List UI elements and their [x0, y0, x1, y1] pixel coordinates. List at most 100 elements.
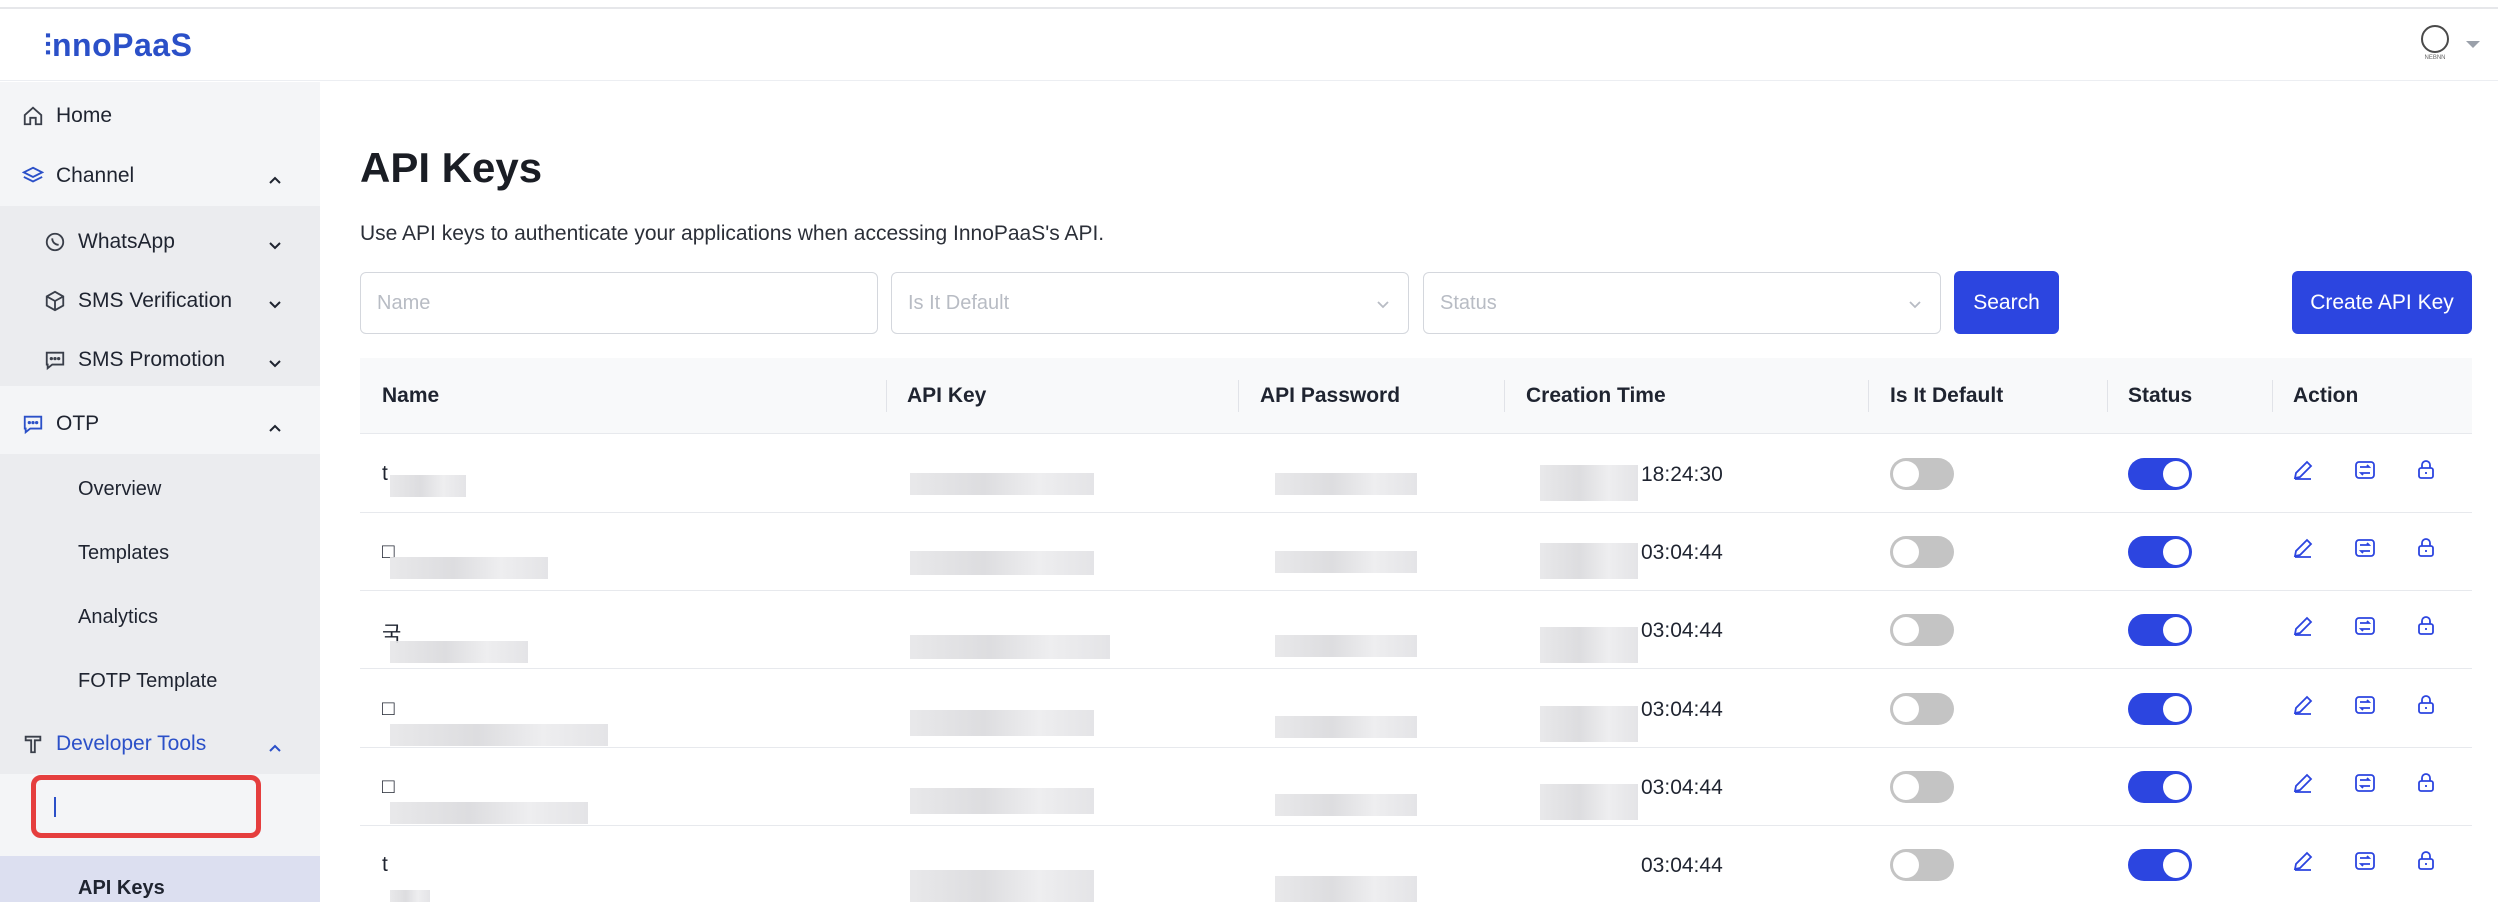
reset-key-icon[interactable]: [2353, 614, 2377, 638]
redacted-creation-date: [1540, 706, 1638, 742]
chevron-down-icon: [268, 353, 282, 368]
sidebar-item-otp-label: OTP: [56, 412, 100, 435]
sidebar-item-sms-verification-label: SMS Verification: [78, 289, 233, 312]
column-divider: [1868, 380, 1869, 412]
table-row: 국 03:04:44: [360, 591, 2472, 669]
status-toggle[interactable]: [2128, 614, 2192, 646]
reset-key-icon[interactable]: [2353, 693, 2377, 717]
innopaas-logo[interactable]: ⫶nnoPaaS: [44, 27, 192, 64]
box-icon: [44, 290, 66, 312]
default-filter-select[interactable]: Is It Default: [891, 272, 1409, 334]
is-default-toggle[interactable]: [1890, 693, 1954, 725]
lock-icon[interactable]: [2414, 849, 2438, 873]
otp-message-icon: [22, 413, 44, 435]
column-header-is-default: Is It Default: [1890, 384, 2004, 407]
search-button[interactable]: Search: [1954, 271, 2059, 334]
edit-icon[interactable]: [2291, 771, 2315, 795]
reset-key-icon[interactable]: [2353, 771, 2377, 795]
window-top-edge: [0, 0, 2498, 9]
redacted-creation-date: [1540, 627, 1638, 663]
sidebar-item-whatsapp[interactable]: WhatsApp: [0, 212, 320, 272]
top-header: ⫶nnoPaaS NEBNN: [0, 9, 2498, 81]
edit-icon[interactable]: [2291, 849, 2315, 873]
sidebar-item-developer-tools[interactable]: Developer Tools: [0, 714, 320, 774]
lock-icon[interactable]: [2414, 614, 2438, 638]
lock-icon[interactable]: [2414, 536, 2438, 560]
create-api-key-button[interactable]: Create API Key: [2292, 271, 2472, 334]
edit-icon[interactable]: [2291, 614, 2315, 638]
sidebar-item-analytics[interactable]: Analytics: [0, 587, 320, 647]
redacted-name: [390, 802, 588, 824]
chevron-down-icon: [268, 294, 282, 309]
redacted-api-key: [910, 473, 1094, 495]
sidebar-item-fotp-template-label: FOTP Template: [78, 669, 218, 692]
redacted-api-password: [1275, 635, 1417, 657]
chevron-up-icon: [268, 737, 282, 752]
sidebar-item-channel[interactable]: Channel: [0, 146, 320, 206]
page-title: API Keys: [360, 144, 543, 191]
sidebar-item-home[interactable]: Home: [0, 86, 320, 146]
column-divider: [2107, 380, 2108, 412]
column-header-action: Action: [2293, 384, 2359, 407]
reset-key-icon[interactable]: [2353, 458, 2377, 482]
lock-icon[interactable]: [2414, 771, 2438, 795]
sidebar-item-otp[interactable]: OTP: [0, 394, 320, 454]
user-avatar[interactable]: NEBNN: [2418, 25, 2452, 63]
lock-icon[interactable]: [2414, 458, 2438, 482]
status-filter-select[interactable]: Status: [1423, 272, 1941, 334]
is-default-toggle[interactable]: [1890, 458, 1954, 490]
table-row: □ 03:04:44: [360, 748, 2472, 826]
redacted-api-key: [910, 551, 1094, 575]
sidebar-item-sms-promotion[interactable]: SMS Promotion: [0, 330, 320, 390]
is-default-toggle[interactable]: [1890, 771, 1954, 803]
home-icon: [22, 105, 44, 127]
status-toggle[interactable]: [2128, 693, 2192, 725]
redacted-name: [390, 475, 466, 497]
redacted-api-key: [910, 788, 1094, 814]
sidebar-item-fotp-template[interactable]: FOTP Template: [0, 651, 320, 711]
redacted-api-key: [910, 635, 1110, 659]
redacted-api-key: [910, 870, 1094, 902]
row-creation-time: 03:04:44: [1641, 854, 1723, 877]
table-row: □ 03:04:44: [360, 670, 2472, 748]
edit-icon[interactable]: [2291, 458, 2315, 482]
status-toggle[interactable]: [2128, 536, 2192, 568]
sidebar-item-sms-verification[interactable]: SMS Verification: [0, 271, 320, 331]
reset-key-icon[interactable]: [2353, 849, 2377, 873]
sidebar-item-developer-tools-label: Developer Tools: [56, 732, 207, 755]
sidebar-item-overview[interactable]: Overview: [0, 459, 320, 519]
is-default-toggle[interactable]: [1890, 614, 1954, 646]
lock-icon[interactable]: [2414, 693, 2438, 717]
redacted-name: [390, 724, 608, 746]
sidebar-item-templates[interactable]: Templates: [0, 523, 320, 583]
redacted-api-password: [1275, 473, 1417, 495]
logo-mark-icon: ⫶: [44, 30, 52, 63]
edit-icon[interactable]: [2291, 693, 2315, 717]
reset-key-icon[interactable]: [2353, 536, 2377, 560]
is-default-toggle[interactable]: [1890, 536, 1954, 568]
sidebar-item-analytics-label: Analytics: [78, 605, 159, 628]
edit-icon[interactable]: [2291, 536, 2315, 560]
column-divider: [1238, 380, 1239, 412]
sidebar-item-api-keys[interactable]: API Keys: [0, 858, 320, 902]
column-header-api-password: API Password: [1260, 384, 1401, 407]
default-filter-placeholder: Is It Default: [908, 291, 1010, 314]
redacted-creation-date: [1540, 543, 1638, 579]
is-default-toggle[interactable]: [1890, 849, 1954, 881]
chevron-down-icon: [268, 235, 282, 250]
name-filter-input[interactable]: Name: [360, 272, 878, 334]
column-header-creation-time: Creation Time: [1526, 384, 1666, 407]
user-menu-chevron-down-icon[interactable]: [2466, 41, 2480, 48]
chevron-down-icon: [1908, 295, 1922, 309]
table-row: t 03:04:44: [360, 826, 2472, 902]
redacted-name: [390, 890, 430, 902]
status-toggle[interactable]: [2128, 458, 2192, 490]
sidebar-item-sms-promotion-label: SMS Promotion: [78, 348, 226, 371]
status-toggle[interactable]: [2128, 849, 2192, 881]
status-toggle[interactable]: [2128, 771, 2192, 803]
row-name-prefix: t: [382, 462, 388, 485]
table-row: t 18:24:30: [360, 435, 2472, 513]
redacted-api-password: [1275, 876, 1417, 902]
redacted-api-password: [1275, 716, 1417, 738]
redacted-name: [390, 641, 528, 663]
